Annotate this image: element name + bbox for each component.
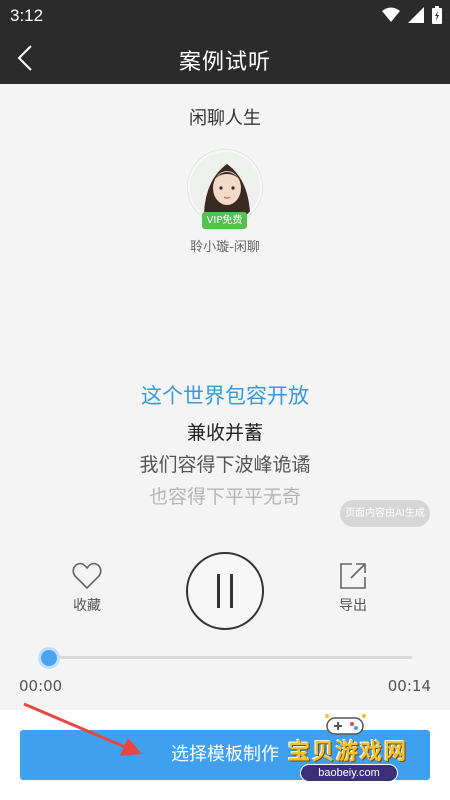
lyric-line: 兼收并蓄 bbox=[186, 422, 263, 444]
share-icon bbox=[323, 562, 383, 590]
signal-icon bbox=[408, 7, 424, 23]
export-button[interactable]: 导出 bbox=[323, 562, 383, 622]
lyric-line-active: 这个世界包容开放 bbox=[141, 384, 309, 408]
page-title: 案例试听 bbox=[178, 50, 271, 75]
heart-icon bbox=[57, 562, 117, 590]
export-label: 导出 bbox=[339, 598, 367, 614]
total-time: 00:14 bbox=[387, 677, 431, 695]
progress-thumb[interactable] bbox=[38, 647, 60, 669]
favorite-label: 收藏 bbox=[73, 598, 101, 614]
system-icons bbox=[382, 6, 442, 24]
work-title: 闲聊人生 bbox=[189, 108, 261, 129]
app-bar: 案例试听 bbox=[0, 32, 450, 84]
lyric-line: 我们容得下波峰诡谲 bbox=[139, 454, 311, 476]
pause-button[interactable] bbox=[186, 552, 264, 630]
status-bar: 3:12 bbox=[0, 0, 450, 32]
watermark-title: 宝贝游戏网 bbox=[288, 740, 409, 765]
watermark-logo: 宝贝游戏网 baobeiy.com bbox=[284, 712, 414, 788]
vip-badge: VIP免费 bbox=[202, 212, 247, 229]
status-time: 3:12 bbox=[10, 6, 44, 25]
current-time: 00:00 bbox=[19, 677, 63, 695]
watermark-url: baobeiy.com bbox=[300, 764, 398, 782]
favorite-button[interactable]: 收藏 bbox=[57, 562, 117, 622]
ai-generated-notice: 页面内容由AI生成 bbox=[340, 500, 430, 527]
battery-icon bbox=[432, 6, 442, 24]
progress-track[interactable] bbox=[40, 656, 412, 659]
speaker-name: 聆小璇-闲聊 bbox=[190, 240, 260, 255]
wifi-icon bbox=[382, 7, 400, 23]
annotation-arrow-icon bbox=[20, 700, 150, 764]
